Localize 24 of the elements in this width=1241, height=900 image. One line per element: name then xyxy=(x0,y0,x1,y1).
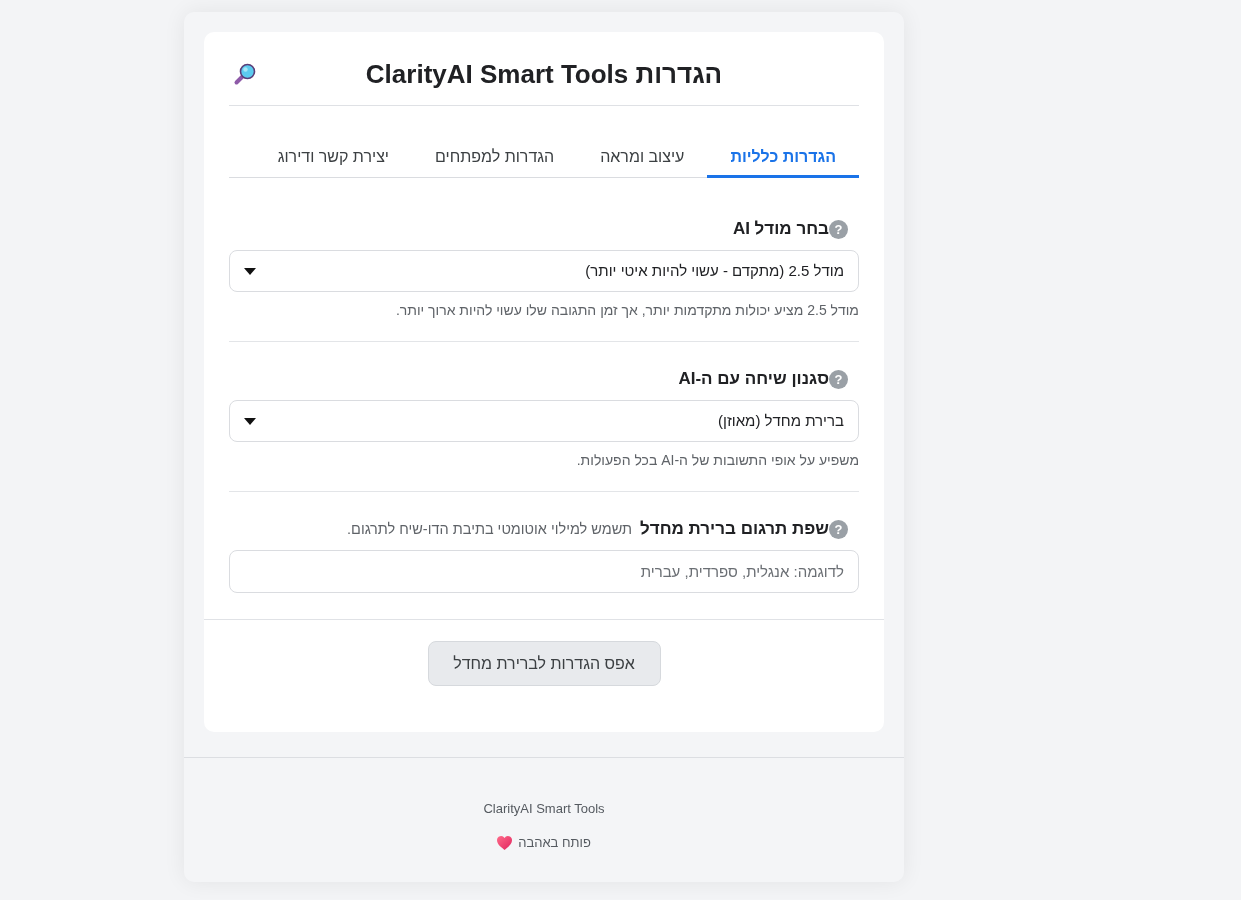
dropdown-select[interactable]: מודל 2.5 (מתקדם - עשוי להיות איטי יותר) xyxy=(229,250,859,292)
page-title: הגדרות ClarityAI Smart Tools xyxy=(365,58,723,91)
help-icon: ? xyxy=(829,519,848,539)
field-label: סגנון שיחה עם ה-AI xyxy=(678,368,829,390)
caret-icon xyxy=(244,267,256,275)
field-label: בחר מודל AI xyxy=(732,218,829,240)
tab[interactable]: יצירת קשר ודירוג xyxy=(254,136,412,178)
tab[interactable]: הגדרות כלליות xyxy=(707,136,859,178)
help-icon: ? xyxy=(829,369,848,389)
footer-app-name: ClarityAI Smart Tools xyxy=(483,800,605,818)
field-label: שפת תרגום ברירת מחדל xyxy=(640,518,829,540)
text-input-field[interactable]: לדוגמה: אנגלית, ספרדית, עברית xyxy=(229,550,859,593)
field-note: תשמש למילוי אוטומטי בתיבת הדו-שיח לתרגום. xyxy=(347,520,633,539)
caret-icon xyxy=(244,417,256,425)
tab[interactable]: הגדרות למפתחים xyxy=(412,136,578,178)
footer-credit: פותח באהבה xyxy=(518,834,591,852)
magnifier-icon xyxy=(233,62,257,86)
reset-button[interactable]: אפס הגדרות לברירת מחדל xyxy=(427,641,661,686)
heart-icon xyxy=(497,836,513,850)
help-icon: ? xyxy=(829,219,848,239)
dropdown-select[interactable]: ברירת מחדל (מאוזן) xyxy=(229,400,859,442)
help-text: מודל 2.5 מציע יכולות מתקדמות יותר, אך זמן התגובה שלו עשוי להיות ארוך יותר. xyxy=(394,301,859,320)
tab[interactable]: עיצוב ומראה xyxy=(577,136,708,178)
help-text: משפיע על אופי התשובות של ה-AI בכל הפעולות. xyxy=(575,451,859,470)
